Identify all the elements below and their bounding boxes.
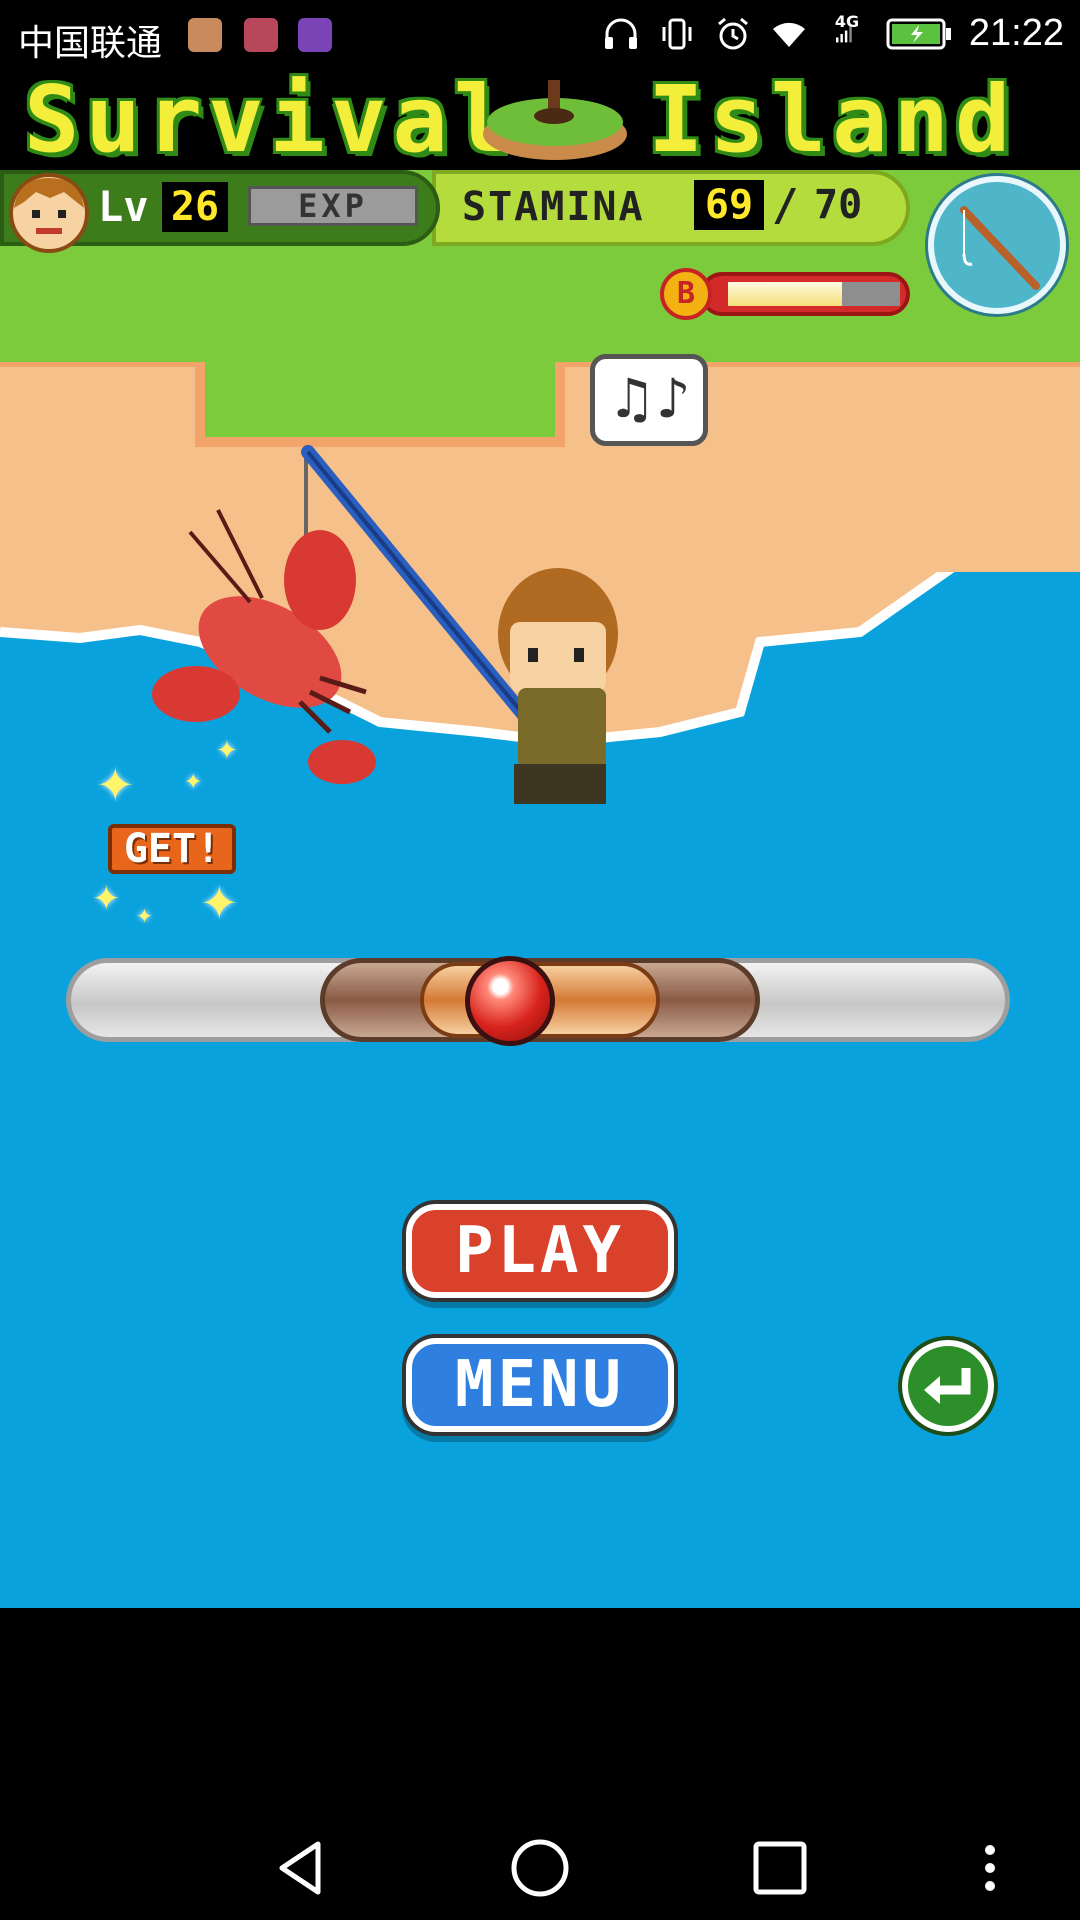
home-icon[interactable] (508, 1836, 572, 1900)
sparkle-icon: ✦ (96, 758, 135, 812)
return-button[interactable] (902, 1340, 994, 1432)
health-app-icon (244, 18, 278, 52)
carrier-name: 中国联通 (18, 23, 163, 64)
island-logo-icon (483, 80, 627, 160)
fishing-rod-button[interactable] (928, 176, 1066, 314)
title-word-survival: Survival (24, 72, 516, 173)
vibrate-icon (657, 14, 697, 54)
stamina-current: 69 (694, 180, 764, 230)
title-word-island: Island (648, 72, 1017, 173)
wifi-icon (769, 14, 809, 54)
sparkle-icon: ✦ (184, 770, 203, 795)
play-button[interactable]: PLAY (406, 1204, 674, 1298)
battery-icon (885, 14, 953, 54)
music-app-icon (188, 18, 222, 52)
fishing-rod-icon (960, 206, 1040, 290)
fishing-scene (152, 445, 618, 804)
stamina-separator: / (772, 180, 799, 231)
signal-icon: 4G (825, 12, 869, 54)
game-screen[interactable]: Survival Island Lv 26 EXP STAMINA 69 / 7… (0, 72, 1080, 1608)
bait-gauge (700, 272, 910, 316)
return-arrow-icon (924, 1368, 971, 1404)
fisher-character (498, 568, 618, 804)
headphones-icon (601, 14, 641, 54)
lobster-catch-icon (152, 509, 376, 784)
exp-bar: EXP (248, 186, 418, 226)
back-icon[interactable] (270, 1836, 334, 1900)
more-icon[interactable] (970, 1836, 1010, 1900)
level-value: 26 (162, 182, 228, 232)
bait-gauge-fill (728, 282, 842, 306)
tension-gauge-ball[interactable] (465, 956, 555, 1046)
sparkle-icon: ✦ (216, 736, 238, 766)
player-avatar[interactable] (8, 172, 90, 254)
catch-get-badge: GET! (108, 824, 236, 874)
status-icons: 4G 21:22 (601, 12, 1064, 55)
bait-icon: B (660, 268, 712, 320)
gallery-app-icon (298, 18, 332, 52)
menu-button[interactable]: MENU (406, 1338, 674, 1432)
sparkle-icon: ✦ (200, 876, 239, 930)
title-banner: Survival Island (0, 72, 1080, 173)
clock: 21:22 (968, 12, 1064, 54)
alarm-icon (713, 14, 753, 54)
stamina-label: STAMINA (462, 184, 645, 230)
bait-gauge-empty (842, 282, 900, 306)
sparkle-icon: ✦ (92, 879, 121, 919)
recents-icon[interactable] (748, 1836, 812, 1900)
status-bar: 中国联通 4G 21:22 (0, 0, 1080, 72)
stamina-max: 70 (814, 182, 863, 228)
sparkle-icon: ✦ (136, 904, 153, 928)
level-label: Lv (98, 182, 149, 231)
